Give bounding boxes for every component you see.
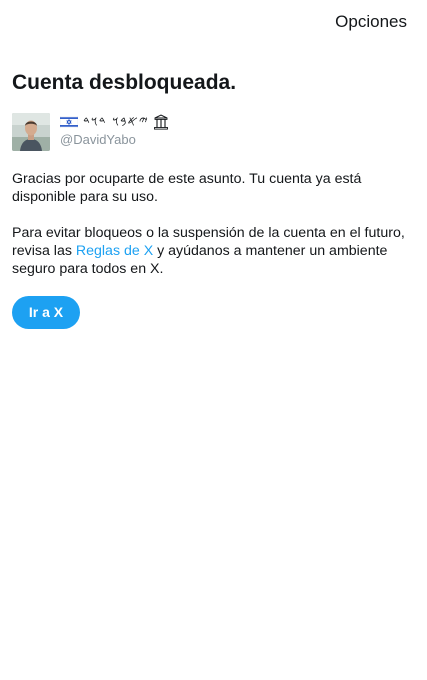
display-name: 𐤉𐤀𐤁𐤅 𐤃𐤅𐤃 (60, 113, 168, 131)
temple-icon (153, 114, 168, 130)
confirmation-message: Gracias por ocuparte de este asunto. Tu … (12, 171, 362, 205)
account-card: 𐤉𐤀𐤁𐤅 𐤃𐤅𐤃 @DavidYabo (12, 113, 412, 153)
account-handle: @DavidYabo (60, 132, 136, 147)
avatar (12, 113, 50, 151)
options-link[interactable]: Opciones (335, 12, 407, 32)
rules-message: Para evitar bloqueos o la suspensión de … (12, 224, 412, 278)
display-name-text: 𐤉𐤀𐤁𐤅 𐤃𐤅𐤃 (83, 114, 149, 130)
page-title: Cuenta desbloqueada. (12, 71, 237, 94)
israel-flag-icon (60, 116, 78, 128)
top-bar: Opciones (0, 0, 427, 44)
rules-link[interactable]: Reglas de X (76, 243, 153, 259)
go-to-x-button[interactable]: Ir a X (12, 296, 80, 329)
